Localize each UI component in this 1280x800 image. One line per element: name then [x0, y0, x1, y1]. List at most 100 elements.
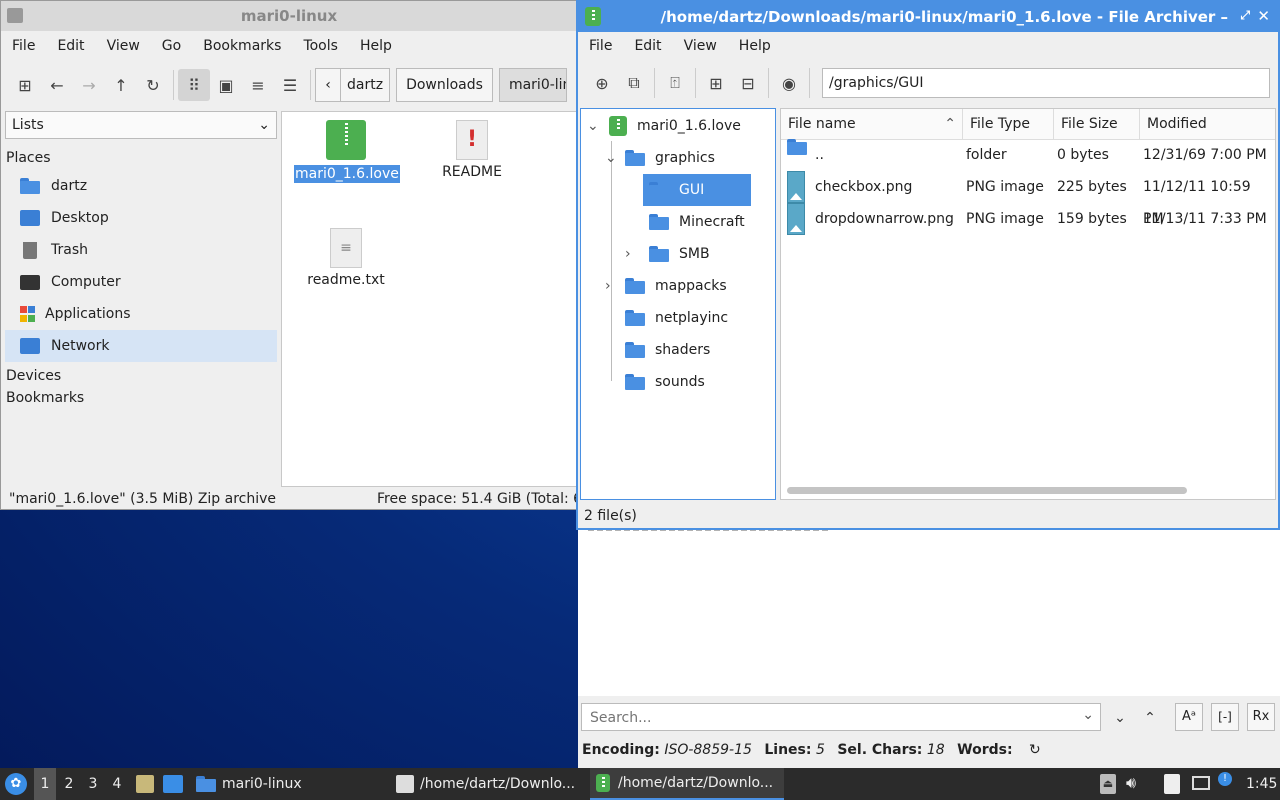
icon-view-icon[interactable]: ⠿	[178, 69, 210, 101]
file-item-mari0-love[interactable]: mari0_1.6.love	[294, 120, 400, 183]
tree-gui[interactable]: GUI	[643, 174, 751, 206]
bookmarks-header[interactable]: Bookmarks	[5, 386, 277, 410]
task-archiver[interactable]: /home/dartz/Downlo...	[590, 768, 784, 800]
close-icon[interactable]: ✕	[1257, 7, 1270, 25]
new-tab-icon[interactable]: ⊞	[9, 69, 41, 101]
chevron-down-icon[interactable]: ⌄	[587, 118, 603, 134]
place-desktop[interactable]: Desktop	[5, 202, 277, 234]
archive-file-list[interactable]: File name ⌃ File Type File Size Modified…	[780, 108, 1276, 500]
menu-go[interactable]: Go	[151, 38, 192, 54]
stop-icon[interactable]: ◉	[773, 67, 805, 99]
back-icon[interactable]: ←	[41, 69, 73, 101]
table-row[interactable]: dropdownarrow.png PNG image 159 bytes 11…	[781, 203, 1275, 235]
tree-minecraft[interactable]: Minecraft	[643, 206, 745, 238]
minimize-icon[interactable]: –	[1221, 8, 1229, 26]
tree-shaders[interactable]: shaders	[619, 334, 710, 366]
chevron-down-icon[interactable]: ⌄	[605, 150, 619, 166]
breadcrumb-back-button[interactable]: ‹	[315, 68, 341, 102]
menu-view[interactable]: View	[96, 38, 151, 54]
chevron-down-icon[interactable]: ⌄	[1082, 707, 1094, 723]
extract-icon[interactable]: ⍐	[659, 67, 691, 99]
maximize-icon[interactable]: ⤢	[1240, 8, 1250, 23]
add-files-icon[interactable]: ⊞	[700, 67, 732, 99]
horizontal-scrollbar[interactable]	[787, 487, 1187, 494]
start-menu-icon[interactable]: ✿	[5, 773, 27, 795]
chevron-right-icon[interactable]: ›	[625, 246, 639, 262]
task-text-editor[interactable]: /home/dartz/Downlo...	[392, 768, 588, 800]
eject-icon[interactable]: ⏏	[1100, 774, 1116, 794]
place-dartz[interactable]: dartz	[5, 170, 277, 202]
column-file-size[interactable]: File Size	[1054, 109, 1140, 139]
menu-view[interactable]: View	[673, 38, 728, 54]
breadcrumb-mari0-linux[interactable]: mari0-linux	[498, 68, 567, 102]
menu-file[interactable]: File	[1, 38, 46, 54]
thumbnail-view-icon[interactable]: ▣	[210, 69, 242, 101]
up-icon[interactable]: ↑	[105, 69, 137, 101]
table-row[interactable]: .. folder 0 bytes 12/31/69 7:00 PM	[781, 139, 1275, 171]
regex-icon[interactable]: Rx	[1247, 703, 1275, 731]
forward-icon[interactable]: →	[73, 69, 105, 101]
find-next-icon[interactable]: ⌄	[1108, 706, 1132, 730]
archive-tree[interactable]: ⌄ mari0_1.6.love ⌄ graphics GUI Minecraf…	[580, 108, 776, 500]
tree-smb[interactable]: › SMB	[625, 238, 710, 270]
side-pane-mode-select[interactable]: Lists ⌄	[5, 111, 277, 139]
workspace-4[interactable]: 4	[106, 768, 128, 800]
place-network[interactable]: Network	[5, 330, 277, 362]
menu-bookmarks[interactable]: Bookmarks	[192, 38, 292, 54]
menu-tools[interactable]: Tools	[292, 38, 349, 54]
editor-search-input[interactable]	[588, 705, 1072, 731]
place-trash[interactable]: Trash	[5, 234, 277, 266]
file-manager-launcher-icon[interactable]	[136, 775, 154, 793]
show-desktop-icon[interactable]	[163, 775, 183, 793]
devices-header[interactable]: Devices	[5, 362, 277, 386]
add-folder-icon[interactable]: ⊟	[732, 67, 764, 99]
notification-icon[interactable]: !	[1218, 772, 1232, 786]
place-computer[interactable]: Computer	[5, 266, 277, 298]
workspace-1[interactable]: 1	[34, 768, 56, 800]
tree-sounds[interactable]: sounds	[619, 366, 705, 398]
column-file-name[interactable]: File name ⌃	[781, 109, 963, 139]
menu-help[interactable]: Help	[349, 38, 403, 54]
workspace-3[interactable]: 3	[82, 768, 104, 800]
workspace-2[interactable]: 2	[58, 768, 80, 800]
editor-search-combo[interactable]: ⌄	[581, 703, 1101, 731]
file-view[interactable]: mari0_1.6.love ! README ≡ readme.txt	[281, 111, 579, 487]
compact-view-icon[interactable]: ≡	[242, 69, 274, 101]
tree-root[interactable]: ⌄ mari0_1.6.love	[587, 110, 741, 142]
clock[interactable]: 1:45	[1246, 768, 1277, 800]
editor-text-area[interactable]	[578, 524, 1280, 696]
volume-icon[interactable]: 🔊︎	[1126, 773, 1136, 793]
tree-mappacks[interactable]: › mappacks	[605, 270, 727, 302]
archiver-titlebar[interactable]: /home/dartz/Downloads/mari0-linux/mari0_…	[578, 2, 1278, 32]
tree-graphics[interactable]: ⌄ graphics	[605, 142, 715, 174]
file-manager-titlebar[interactable]: mari0-linux	[1, 1, 577, 31]
menu-help[interactable]: Help	[728, 38, 782, 54]
find-previous-icon[interactable]: ⌃	[1138, 706, 1162, 730]
breadcrumb-downloads[interactable]: Downloads	[396, 68, 493, 102]
place-label: Trash	[51, 242, 88, 258]
whole-word-icon[interactable]: [-]	[1211, 703, 1239, 731]
task-file-manager[interactable]: mari0-linux	[192, 768, 388, 800]
table-row[interactable]: checkbox.png PNG image 225 bytes 11/12/1…	[781, 171, 1275, 227]
archive-path-field[interactable]: /graphics/GUI	[822, 68, 1270, 98]
network-status-icon[interactable]	[1192, 776, 1210, 790]
refresh-icon[interactable]: ↻	[1029, 742, 1041, 758]
menu-edit[interactable]: Edit	[46, 38, 95, 54]
column-modified[interactable]: Modified	[1140, 109, 1277, 139]
open-archive-icon[interactable]: ⧉	[618, 67, 650, 99]
detailed-view-icon[interactable]: ☰	[274, 69, 306, 101]
file-item-readme[interactable]: ! README	[420, 120, 524, 180]
chevron-right-icon[interactable]: ›	[605, 278, 619, 294]
tree-label: SMB	[679, 246, 710, 262]
file-item-readme-txt[interactable]: ≡ readme.txt	[294, 228, 398, 288]
place-applications[interactable]: Applications	[5, 298, 277, 330]
menu-edit[interactable]: Edit	[623, 38, 672, 54]
new-archive-icon[interactable]: ⊕	[586, 67, 618, 99]
breadcrumb-dartz[interactable]: dartz	[340, 68, 391, 102]
clipboard-icon[interactable]	[1164, 774, 1180, 794]
column-file-type[interactable]: File Type	[963, 109, 1054, 139]
menu-file[interactable]: File	[578, 38, 623, 54]
reload-icon[interactable]: ↻	[137, 69, 169, 101]
match-case-icon[interactable]: Aᵃ	[1175, 703, 1203, 731]
tree-netplayinc[interactable]: netplayinc	[619, 302, 728, 334]
